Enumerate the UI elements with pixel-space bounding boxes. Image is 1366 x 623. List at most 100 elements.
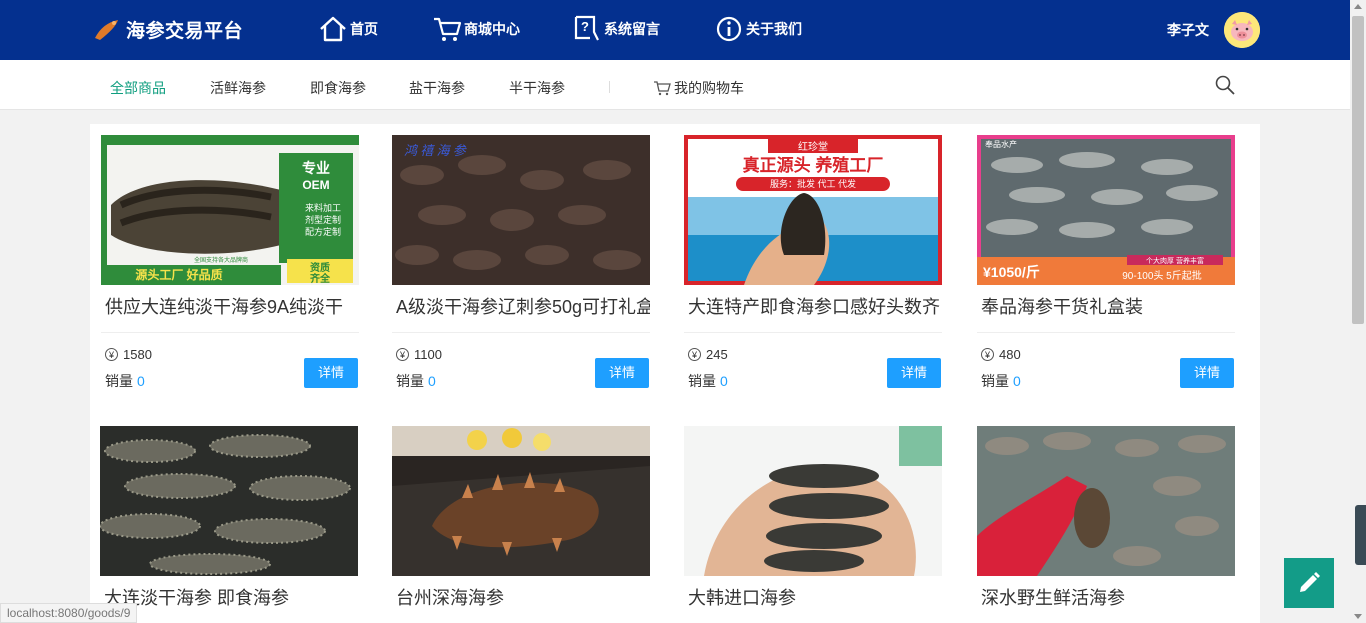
product-sales: 销量 0 (105, 371, 145, 391)
product-grid: 专业 OEM 来料加工 剂型定制 配方定制 资质 齐全 源头工厂 好品质 全国支… (90, 124, 1260, 623)
product-name[interactable]: 大连特产即食海参口感好头数齐 (684, 295, 942, 319)
product-image[interactable] (392, 426, 650, 576)
nav-home-label: 首页 (350, 21, 378, 37)
sales-count: 0 (428, 373, 436, 389)
status-bar-url: localhost:8080/goods/9 (0, 603, 138, 623)
image-text: 专业 (302, 160, 330, 176)
product-card[interactable]: 专业 OEM 来料加工 剂型定制 配方定制 资质 齐全 源头工厂 好品质 全国支… (101, 135, 359, 389)
nav-messages-label: 系统留言 (604, 21, 660, 37)
site-logo[interactable]: 海参交易平台 (92, 14, 243, 44)
product-name[interactable]: 大韩进口海参 (684, 586, 942, 610)
image-text: 剂型定制 (305, 214, 341, 225)
nav-home[interactable]: 首页 (318, 14, 378, 44)
category-all[interactable]: 全部商品 (110, 78, 166, 98)
image-text: 奉品水产 (985, 139, 1017, 149)
sales-label: 销量 (105, 373, 133, 389)
sales-count: 0 (720, 373, 728, 389)
edit-button[interactable] (1284, 558, 1334, 608)
detail-button[interactable]: 详情 (887, 358, 941, 388)
product-name[interactable]: 台州深海海参 (392, 586, 650, 610)
product-photo: 红珍堂 真正源头 养殖工厂 服务：批发 代工 代发 (684, 135, 942, 285)
my-cart-label: 我的购物车 (674, 80, 744, 96)
sea-cucumber-logo-icon (95, 20, 118, 40)
product-image[interactable] (977, 426, 1235, 576)
category-bar: 全部商品 活鲜海参 即食海参 盐干海参 半干海参 我的购物车 (0, 60, 1350, 110)
yen-icon: ¥ (105, 348, 118, 361)
product-card[interactable]: 鸿 禧 海 参 A级淡干海参辽刺参50g可打礼盒 ¥1100 销量 0 详情 (392, 135, 650, 389)
detail-button[interactable]: 详情 (1180, 358, 1234, 388)
top-header: 海参交易平台 首页 商城中心 ? 系统留言 关于我们 李子文 (0, 0, 1350, 60)
category-salt-dried[interactable]: 盐干海参 (409, 78, 465, 98)
detail-button[interactable]: 详情 (304, 358, 358, 388)
price-value: 1100 (414, 347, 442, 362)
image-text: OEM (302, 178, 329, 192)
product-card[interactable]: 奉品水产 ¥1050/斤 个大肉厚 营养丰富 90-100头 5斤起批 奉品海参… (977, 135, 1235, 389)
product-name[interactable]: A级淡干海参辽刺参50g可打礼盒 (392, 295, 650, 319)
product-card[interactable]: 台州深海海参 (392, 426, 650, 610)
image-text: 红珍堂 (798, 140, 828, 153)
image-text: 鸿 禧 海 参 (404, 143, 468, 158)
product-card[interactable]: 红珍堂 真正源头 养殖工厂 服务：批发 代工 代发 大连特产即食海参口感好头数齐… (684, 135, 942, 389)
category-live[interactable]: 活鲜海参 (210, 78, 266, 98)
detail-button[interactable]: 详情 (595, 358, 649, 388)
image-text: 源头工厂 好品质 (135, 267, 222, 282)
image-text: 90-100头 5斤起批 (1122, 269, 1201, 282)
image-text: 服务：批发 代工 代发 (770, 178, 856, 189)
divider (609, 81, 610, 93)
product-photo: 奉品水产 ¥1050/斤 个大肉厚 营养丰富 90-100头 5斤起批 (977, 135, 1235, 285)
product-card[interactable]: 大连淡干海参 即食海参 (100, 426, 358, 610)
divider (392, 332, 650, 333)
scroll-down-arrow-icon[interactable] (1354, 614, 1362, 619)
image-text: 齐全 (310, 272, 331, 285)
product-image[interactable]: 红珍堂 真正源头 养殖工厂 服务：批发 代工 代发 (684, 135, 942, 285)
product-name[interactable]: 供应大连纯淡干海参9A纯淡干 (101, 295, 359, 319)
product-photo (392, 426, 650, 576)
product-card[interactable]: 深水野生鲜活海参 (977, 426, 1235, 610)
my-cart-link[interactable]: 我的购物车 (653, 78, 744, 98)
divider (684, 332, 942, 333)
yen-icon: ¥ (981, 348, 994, 361)
nav-about-label: 关于我们 (746, 21, 802, 37)
scroll-up-arrow-icon[interactable] (1354, 4, 1362, 9)
home-icon (320, 16, 346, 42)
image-text: 全国支持各大品牌商 (194, 256, 248, 264)
product-photo (100, 426, 358, 576)
search-icon[interactable] (1214, 74, 1236, 96)
scrollbar-thumb[interactable] (1352, 16, 1364, 324)
product-image[interactable]: 鸿 禧 海 参 (392, 135, 650, 285)
product-price: ¥1580 (105, 347, 152, 362)
category-semi-dried[interactable]: 半干海参 (509, 78, 565, 98)
price-value: 480 (999, 347, 1021, 362)
image-text: 来料加工 (305, 202, 341, 213)
product-image[interactable] (684, 426, 942, 576)
sales-count: 0 (137, 373, 145, 389)
nav-messages[interactable]: ? 系统留言 (572, 14, 660, 44)
divider (101, 332, 359, 333)
category-instant[interactable]: 即食海参 (310, 78, 366, 98)
username[interactable]: 李子文 (1167, 20, 1209, 40)
image-text: 真正源头 养殖工厂 (743, 155, 884, 175)
product-card[interactable]: 大韩进口海参 (684, 426, 942, 610)
product-image[interactable]: 奉品水产 ¥1050/斤 个大肉厚 营养丰富 90-100头 5斤起批 (977, 135, 1235, 285)
nav-about[interactable]: 关于我们 (714, 14, 802, 44)
avatar[interactable] (1224, 12, 1260, 48)
product-image[interactable]: 专业 OEM 来料加工 剂型定制 配方定制 资质 齐全 源头工厂 好品质 全国支… (101, 135, 359, 285)
product-image[interactable] (100, 426, 358, 576)
yen-icon: ¥ (688, 348, 701, 361)
product-sales: 销量 0 (981, 371, 1021, 391)
image-text: 资质 (310, 261, 330, 274)
image-text: 个大肉厚 营养丰富 (1146, 256, 1204, 265)
product-name[interactable]: 深水野生鲜活海参 (977, 586, 1235, 610)
product-photo: 鸿 禧 海 参 (392, 135, 650, 285)
side-widget-tab[interactable] (1355, 505, 1366, 565)
product-name[interactable]: 大连淡干海参 即食海参 (100, 586, 358, 610)
product-sales: 销量 0 (688, 371, 728, 391)
pencil-icon (1300, 572, 1320, 592)
nav-mall[interactable]: 商城中心 (432, 14, 520, 44)
product-photo (977, 426, 1235, 576)
sales-label: 销量 (396, 373, 424, 389)
product-name[interactable]: 奉品海参干货礼盒装 (977, 295, 1235, 319)
product-price: ¥245 (688, 347, 728, 362)
price-value: 245 (706, 347, 728, 362)
sales-count: 0 (1013, 373, 1021, 389)
